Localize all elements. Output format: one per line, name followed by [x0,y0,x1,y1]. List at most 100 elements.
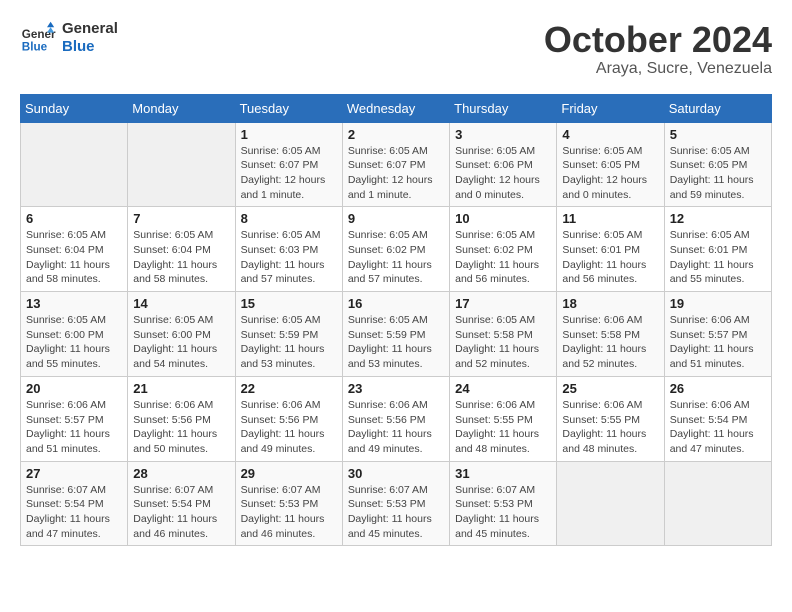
day-number: 26 [670,381,766,396]
day-number: 2 [348,127,444,142]
calendar-week-row: 13Sunrise: 6:05 AM Sunset: 6:00 PM Dayli… [21,292,772,377]
weekday-header-saturday: Saturday [664,94,771,122]
calendar-cell: 13Sunrise: 6:05 AM Sunset: 6:00 PM Dayli… [21,292,128,377]
day-info: Sunrise: 6:05 AM Sunset: 6:01 PM Dayligh… [562,228,658,287]
calendar-cell [557,461,664,546]
day-number: 31 [455,466,551,481]
svg-text:Blue: Blue [22,41,48,54]
calendar-cell: 4 Sunrise: 6:05 AM Sunset: 6:05 PM Daylig… [557,122,664,207]
calendar-cell: 9Sunrise: 6:05 AM Sunset: 6:02 PM Daylig… [342,207,449,292]
day-info: Sunrise: 6:05 AM Sunset: 6:00 PM Dayligh… [133,313,229,372]
day-info: Sunrise: 6:05 AM Sunset: 6:01 PM Dayligh… [670,228,766,287]
day-info: Sunrise: 6:06 AM Sunset: 5:55 PM Dayligh… [455,398,551,457]
weekday-header-row: SundayMondayTuesdayWednesdayThursdayFrid… [21,94,772,122]
weekday-header-thursday: Thursday [450,94,557,122]
calendar-cell: 27Sunrise: 6:07 AM Sunset: 5:54 PM Dayli… [21,461,128,546]
day-number: 24 [455,381,551,396]
day-number: 19 [670,296,766,311]
day-number: 30 [348,466,444,481]
day-info: Sunrise: 6:05 AM Sunset: 5:59 PM Dayligh… [241,313,337,372]
calendar-cell [21,122,128,207]
calendar-cell: 31 Sunrise: 6:07 AM Sunset: 5:53 PM Dayli… [450,461,557,546]
day-number: 18 [562,296,658,311]
calendar-cell [128,122,235,207]
day-info: Sunrise: 6:07 AM Sunset: 5:54 PM Dayligh… [26,483,122,542]
day-info: Sunrise: 6:06 AM Sunset: 5:57 PM Dayligh… [670,313,766,372]
day-info: Sunrise: 6:05 AM Sunset: 5:59 PM Dayligh… [348,313,444,372]
calendar-cell: 23 Sunrise: 6:06 AM Sunset: 5:56 PM Dayli… [342,376,449,461]
weekday-header-wednesday: Wednesday [342,94,449,122]
calendar-week-row: 20Sunrise: 6:06 AM Sunset: 5:57 PM Dayli… [21,376,772,461]
calendar-cell: 28 Sunrise: 6:07 AM Sunset: 5:54 PM Dayli… [128,461,235,546]
day-number: 3 [455,127,551,142]
calendar-cell: 3 Sunrise: 6:05 AM Sunset: 6:06 PM Daylig… [450,122,557,207]
calendar-cell: 25 Sunrise: 6:06 AM Sunset: 5:55 PM Dayli… [557,376,664,461]
day-number: 6 [26,211,122,226]
calendar-cell: 1Sunrise: 6:05 AM Sunset: 6:07 PM Daylig… [235,122,342,207]
calendar-cell: 12 Sunrise: 6:05 AM Sunset: 6:01 PM Dayli… [664,207,771,292]
day-number: 9 [348,211,444,226]
day-info: Sunrise: 6:07 AM Sunset: 5:53 PM Dayligh… [348,483,444,542]
calendar-cell: 29Sunrise: 6:07 AM Sunset: 5:53 PM Dayli… [235,461,342,546]
calendar-week-row: 1Sunrise: 6:05 AM Sunset: 6:07 PM Daylig… [21,122,772,207]
day-number: 7 [133,211,229,226]
day-info: Sunrise: 6:05 AM Sunset: 6:06 PM Dayligh… [455,144,551,203]
day-info: Sunrise: 6:06 AM Sunset: 5:55 PM Dayligh… [562,398,658,457]
day-info: Sunrise: 6:06 AM Sunset: 5:57 PM Dayligh… [26,398,122,457]
day-number: 16 [348,296,444,311]
day-info: Sunrise: 6:05 AM Sunset: 6:05 PM Dayligh… [562,144,658,203]
calendar-cell [664,461,771,546]
calendar-cell: 24 Sunrise: 6:06 AM Sunset: 5:55 PM Dayli… [450,376,557,461]
day-info: Sunrise: 6:07 AM Sunset: 5:53 PM Dayligh… [241,483,337,542]
calendar-cell: 6 Sunrise: 6:05 AM Sunset: 6:04 PM Daylig… [21,207,128,292]
calendar-week-row: 27Sunrise: 6:07 AM Sunset: 5:54 PM Dayli… [21,461,772,546]
day-number: 4 [562,127,658,142]
calendar-table: SundayMondayTuesdayWednesdayThursdayFrid… [20,94,772,547]
day-number: 15 [241,296,337,311]
day-number: 1 [241,127,337,142]
day-number: 12 [670,211,766,226]
day-number: 23 [348,381,444,396]
weekday-header-tuesday: Tuesday [235,94,342,122]
month-title: October 2024 [544,20,772,60]
day-info: Sunrise: 6:05 AM Sunset: 6:04 PM Dayligh… [133,228,229,287]
day-info: Sunrise: 6:07 AM Sunset: 5:53 PM Dayligh… [455,483,551,542]
day-info: Sunrise: 6:05 AM Sunset: 6:04 PM Dayligh… [26,228,122,287]
calendar-cell: 26 Sunrise: 6:06 AM Sunset: 5:54 PM Dayli… [664,376,771,461]
calendar-cell: 11 Sunrise: 6:05 AM Sunset: 6:01 PM Dayli… [557,207,664,292]
day-info: Sunrise: 6:06 AM Sunset: 5:56 PM Dayligh… [348,398,444,457]
day-info: Sunrise: 6:05 AM Sunset: 6:00 PM Dayligh… [26,313,122,372]
day-info: Sunrise: 6:06 AM Sunset: 5:54 PM Dayligh… [670,398,766,457]
logo: General Blue General Blue [20,20,118,56]
day-number: 17 [455,296,551,311]
day-info: Sunrise: 6:07 AM Sunset: 5:54 PM Dayligh… [133,483,229,542]
day-number: 14 [133,296,229,311]
day-number: 25 [562,381,658,396]
calendar-cell: 22Sunrise: 6:06 AM Sunset: 5:56 PM Dayli… [235,376,342,461]
day-number: 22 [241,381,337,396]
day-info: Sunrise: 6:05 AM Sunset: 6:05 PM Dayligh… [670,144,766,203]
day-number: 5 [670,127,766,142]
calendar-cell: 7 Sunrise: 6:05 AM Sunset: 6:04 PM Daylig… [128,207,235,292]
calendar-cell: 19 Sunrise: 6:06 AM Sunset: 5:57 PM Dayli… [664,292,771,377]
weekday-header-sunday: Sunday [21,94,128,122]
calendar-cell: 10Sunrise: 6:05 AM Sunset: 6:02 PM Dayli… [450,207,557,292]
calendar-cell: 20Sunrise: 6:06 AM Sunset: 5:57 PM Dayli… [21,376,128,461]
day-info: Sunrise: 6:06 AM Sunset: 5:58 PM Dayligh… [562,313,658,372]
day-info: Sunrise: 6:05 AM Sunset: 5:58 PM Dayligh… [455,313,551,372]
calendar-cell: 8Sunrise: 6:05 AM Sunset: 6:03 PM Daylig… [235,207,342,292]
calendar-cell: 30 Sunrise: 6:07 AM Sunset: 5:53 PM Dayli… [342,461,449,546]
calendar-cell: 18 Sunrise: 6:06 AM Sunset: 5:58 PM Dayli… [557,292,664,377]
calendar-week-row: 6 Sunrise: 6:05 AM Sunset: 6:04 PM Daylig… [21,207,772,292]
title-block: October 2024 Araya, Sucre, Venezuela [544,20,772,78]
day-number: 11 [562,211,658,226]
page-header: General Blue General Blue October 2024 A… [20,20,772,78]
calendar-cell: 5 Sunrise: 6:05 AM Sunset: 6:05 PM Daylig… [664,122,771,207]
day-number: 10 [455,211,551,226]
location-subtitle: Araya, Sucre, Venezuela [544,60,772,78]
day-number: 28 [133,466,229,481]
calendar-cell: 21Sunrise: 6:06 AM Sunset: 5:56 PM Dayli… [128,376,235,461]
day-info: Sunrise: 6:05 AM Sunset: 6:03 PM Dayligh… [241,228,337,287]
weekday-header-friday: Friday [557,94,664,122]
logo-text-blue: Blue [62,38,118,56]
